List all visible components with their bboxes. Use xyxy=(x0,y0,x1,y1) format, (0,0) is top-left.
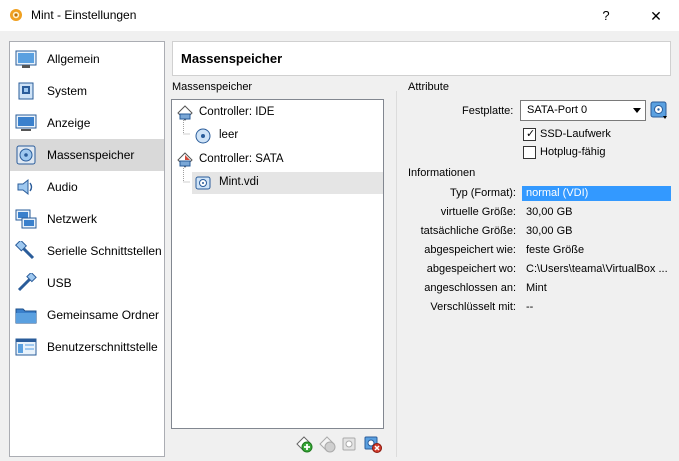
app-gear-icon xyxy=(10,9,22,21)
remove-controller-button[interactable] xyxy=(318,435,336,453)
display-icon xyxy=(15,114,37,131)
sidebar-item-netzwerk[interactable]: Netzwerk xyxy=(10,203,164,235)
serial-port-icon xyxy=(15,241,35,260)
sidebar-item-allgemein[interactable]: Allgemein xyxy=(10,43,164,75)
info-value-encrypted: -- xyxy=(526,301,534,313)
info-label-stored-as: abgespeichert wie: xyxy=(424,244,516,256)
hotplug-checkbox-label[interactable]: Hotplug-fähig xyxy=(540,146,605,158)
sidebar-item-gemeinsame-ordner[interactable]: Gemeinsame Ordner xyxy=(10,299,164,331)
shared-folder-icon xyxy=(15,308,37,324)
help-button[interactable]: ? xyxy=(596,6,616,26)
info-value-location: C:\Users\teama\VirtualBox ... xyxy=(526,263,668,275)
ssd-checkbox[interactable]: ✓ xyxy=(523,128,536,141)
info-value-attached-to: Mint xyxy=(526,282,547,294)
chevron-down-icon xyxy=(633,108,641,113)
info-label-virtual-size: virtuelle Größe: xyxy=(440,206,516,218)
attributes-group-label: Attribute xyxy=(408,81,449,93)
sidebar-item-label: Gemeinsame Ordner xyxy=(47,308,160,322)
port-label: Festplatte: xyxy=(462,105,514,117)
info-label-location: abgespeichert wo: xyxy=(426,263,516,275)
sidebar-item-anzeige[interactable]: Anzeige xyxy=(10,107,164,139)
sidebar-item-label: Serielle Schnittstellen xyxy=(47,244,162,258)
sidebar-item-label: Netzwerk xyxy=(47,212,98,226)
storage-icon xyxy=(16,145,36,165)
usb-icon xyxy=(17,273,37,292)
window-title: Mint - Einstellungen xyxy=(31,8,137,22)
tree-item-label: Mint.vdi xyxy=(219,176,259,188)
info-value-actual-size: 30,00 GB xyxy=(526,225,573,237)
close-button[interactable]: ✕ xyxy=(645,6,667,26)
sidebar-item-label: Massenspeicher xyxy=(47,148,135,162)
info-label-attached-to: angeschlossen an: xyxy=(424,282,516,294)
page-title: Massenspeicher xyxy=(181,51,283,66)
choose-disk-icon[interactable] xyxy=(650,100,668,120)
information-group-label: Informationen xyxy=(408,167,476,179)
info-value-type: normal (VDI) xyxy=(526,187,589,199)
settings-sidebar: Allgemein System Anzeige Massenspeicher … xyxy=(9,41,165,457)
hotplug-checkbox[interactable] xyxy=(523,146,536,159)
general-icon xyxy=(15,50,37,68)
sidebar-item-label: Anzeige xyxy=(47,116,91,130)
sidebar-item-label: Benutzerschnittstelle xyxy=(47,340,158,354)
user-interface-icon xyxy=(15,338,37,356)
info-label-encrypted: Verschlüsselt mit: xyxy=(430,301,516,313)
add-attachment-button[interactable] xyxy=(341,435,359,453)
info-value-virtual-size: 30,00 GB xyxy=(526,206,573,218)
audio-icon xyxy=(17,178,33,196)
network-icon xyxy=(15,209,37,229)
info-value-stored-as: feste Größe xyxy=(526,244,585,256)
storage-group-label: Massenspeicher xyxy=(172,81,253,93)
tree-item-label: leer xyxy=(219,129,239,141)
add-controller-button[interactable] xyxy=(295,435,313,453)
ssd-checkbox-label[interactable]: SSD-Laufwerk xyxy=(540,128,611,140)
sidebar-item-system[interactable]: System xyxy=(10,75,164,107)
sidebar-item-audio[interactable]: Audio xyxy=(10,171,164,203)
sidebar-item-label: Audio xyxy=(47,180,78,194)
sidebar-item-label: System xyxy=(47,84,88,98)
port-select[interactable]: SATA-Port 0 xyxy=(520,100,646,121)
checkmark-icon: ✓ xyxy=(526,128,536,140)
remove-attachment-button[interactable] xyxy=(364,435,382,453)
info-label-actual-size: tatsächliche Größe: xyxy=(420,225,516,237)
port-select-value: SATA-Port 0 xyxy=(527,104,588,116)
dialog-body: Allgemein System Anzeige Massenspeicher … xyxy=(0,31,679,461)
sidebar-item-massenspeicher[interactable]: Massenspeicher xyxy=(10,139,164,171)
system-icon xyxy=(18,82,34,100)
sidebar-item-benutzerschnittstelle[interactable]: Benutzerschnittstelle xyxy=(10,331,164,363)
tree-item-mint-vdi[interactable]: Mint.vdi xyxy=(192,172,383,194)
title-bar: Mint - Einstellungen ? ✕ xyxy=(0,0,679,31)
info-label-type: Typ (Format): xyxy=(449,187,516,199)
sidebar-item-usb[interactable]: USB xyxy=(10,267,164,299)
sidebar-item-label: USB xyxy=(47,276,72,290)
tree-connector-lines xyxy=(183,120,190,183)
panel-divider xyxy=(396,91,397,457)
storage-tree[interactable]: Controller: IDE leer Controller: SATA Mi… xyxy=(171,99,384,429)
sidebar-item-serielle-schnittstellen[interactable]: Serielle Schnittstellen xyxy=(10,235,164,267)
sidebar-item-label: Allgemein xyxy=(47,52,100,66)
page-header: Massenspeicher xyxy=(172,41,671,76)
